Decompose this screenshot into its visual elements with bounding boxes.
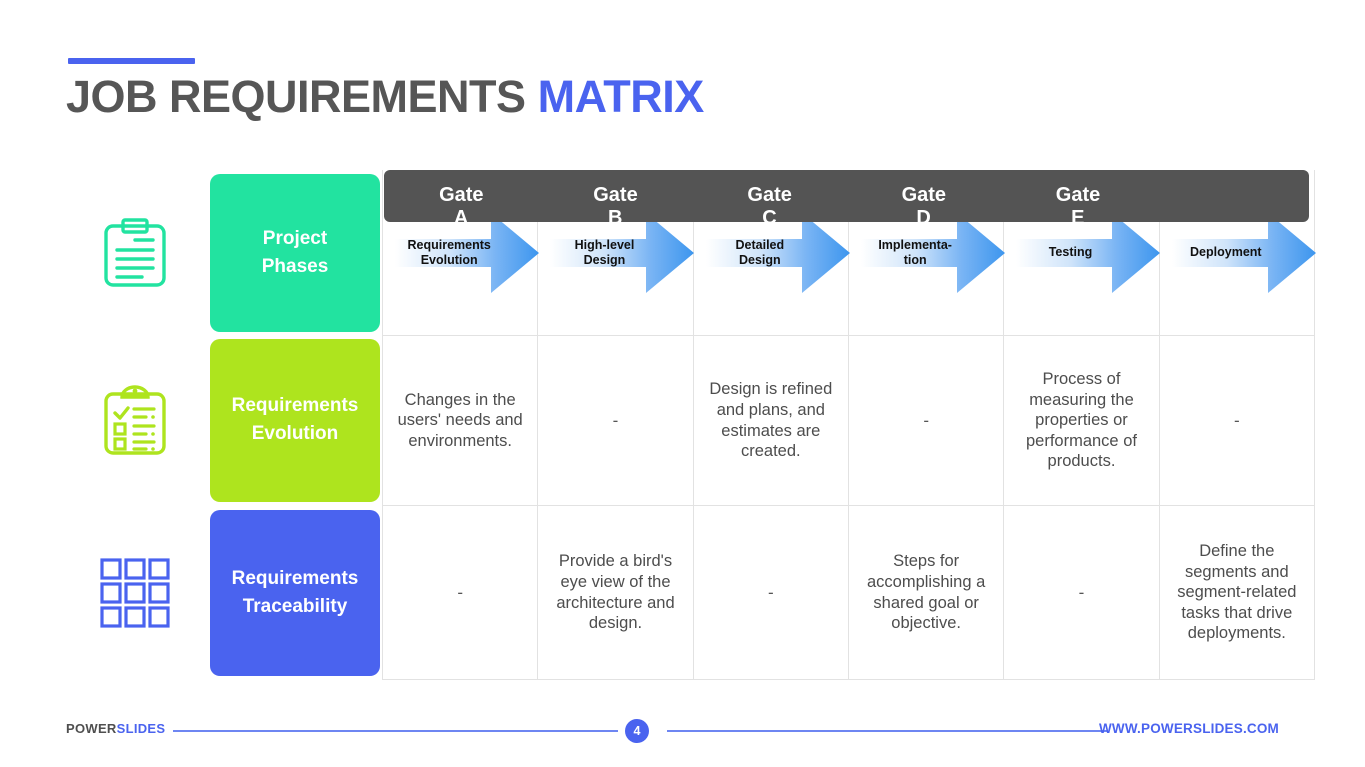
evolution-cell-gate-c: Design is refined and plans, and estimat…	[694, 336, 849, 505]
traceability-cell-gate-f: Define the segments and segment-related …	[1160, 506, 1315, 679]
gate-header-a-label: Gate A	[439, 184, 484, 229]
phase-arrow-label-gate-f: Deployment	[1190, 245, 1262, 259]
evolution-cell-gate-b: -	[538, 336, 694, 505]
page-number-badge: 4	[625, 719, 649, 743]
footer-rule-left	[173, 730, 618, 732]
row-cells-requirements-evolution: Changes in the users' needs and environm…	[382, 335, 1315, 505]
title-accent-bar	[68, 58, 195, 64]
traceability-cell-gate-c: -	[694, 506, 849, 679]
traceability-cell-gate-d: Steps for accomplishing a shared goal or…	[849, 506, 1005, 679]
page-title-main: JOB REQUIREMENTS	[66, 71, 526, 122]
row-label-cell-requirements-evolution: Requirements Evolution	[210, 335, 382, 505]
slide-footer: POWERSLIDES 4 WWW.POWERSLIDES.COM	[0, 705, 1365, 753]
gate-header-d-label: Gate D	[901, 184, 947, 229]
evolution-cell-gate-e: Process of measuring the properties or p…	[1004, 336, 1160, 505]
traceability-cell-gate-b: Provide a bird's eye view of the archite…	[538, 506, 694, 679]
phase-arrow-label-gate-a: Requirements Evolution	[407, 237, 491, 267]
gate-header-a: Gate A	[384, 170, 538, 229]
phase-arrow-label-gate-d: Implementa- tion	[878, 237, 952, 267]
job-requirements-matrix: Gate A Gate B Gate C Gate D Gate E Proje…	[60, 160, 1316, 690]
row-label-requirements-evolution: Requirements Evolution	[210, 338, 380, 502]
row-icon-project-phases	[60, 170, 210, 335]
phase-arrow-label-gate-e: Testing	[1048, 245, 1093, 259]
brand-logo: POWERSLIDES	[66, 721, 165, 736]
evolution-cell-gate-a: Changes in the users' needs and environm…	[382, 336, 539, 505]
footer-website-link[interactable]: WWW.POWERSLIDES.COM	[1099, 721, 1279, 736]
phase-arrow-label-gate-b: High-level Design	[574, 237, 635, 267]
row-label-cell-requirements-traceability: Requirements Traceability	[210, 505, 382, 680]
gate-header-bar: Gate A Gate B Gate C Gate D Gate E	[384, 170, 1309, 229]
page-title: JOB REQUIREMENTS MATRIX	[66, 72, 704, 122]
row-icon-requirements-traceability	[60, 505, 210, 680]
row-cells-requirements-traceability: - Provide a bird's eye view of the archi…	[382, 505, 1315, 680]
row-icon-requirements-evolution	[60, 335, 210, 505]
traceability-cell-gate-e: -	[1004, 506, 1160, 679]
grid-squares-icon	[100, 557, 170, 628]
row-label-project-phases: Project Phases	[210, 173, 380, 332]
gate-header-c: Gate C	[692, 170, 846, 229]
brand-logo-blue: SLIDES	[116, 721, 166, 736]
gate-header-b-label: Gate B	[593, 184, 638, 229]
clipboard-icon	[104, 217, 166, 287]
gate-header-empty	[1155, 170, 1309, 222]
gate-header-d: Gate D	[847, 170, 1001, 229]
page-title-accent: MATRIX	[537, 71, 705, 122]
traceability-cell-gate-a: -	[382, 506, 539, 679]
row-label-cell-project-phases: Project Phases	[210, 170, 382, 335]
gate-header-b: Gate B	[538, 170, 692, 229]
checklist-clipboard-icon	[104, 385, 166, 455]
gate-header-e-label: Gate E	[1055, 184, 1101, 229]
footer-rule-right	[667, 730, 1107, 732]
evolution-cell-gate-d: -	[849, 336, 1005, 505]
row-label-requirements-traceability: Requirements Traceability	[210, 509, 380, 676]
phase-arrow-label-gate-c: Detailed Design	[735, 237, 785, 267]
evolution-cell-gate-f: -	[1160, 336, 1315, 505]
table-row: Requirements Evolution Changes in the us…	[60, 335, 1315, 505]
gate-header-c-label: Gate C	[747, 184, 792, 229]
gate-header-e: Gate E	[1001, 170, 1155, 229]
table-row: Requirements Traceability - Provide a bi…	[60, 505, 1315, 680]
brand-logo-dark: POWER	[66, 721, 117, 736]
